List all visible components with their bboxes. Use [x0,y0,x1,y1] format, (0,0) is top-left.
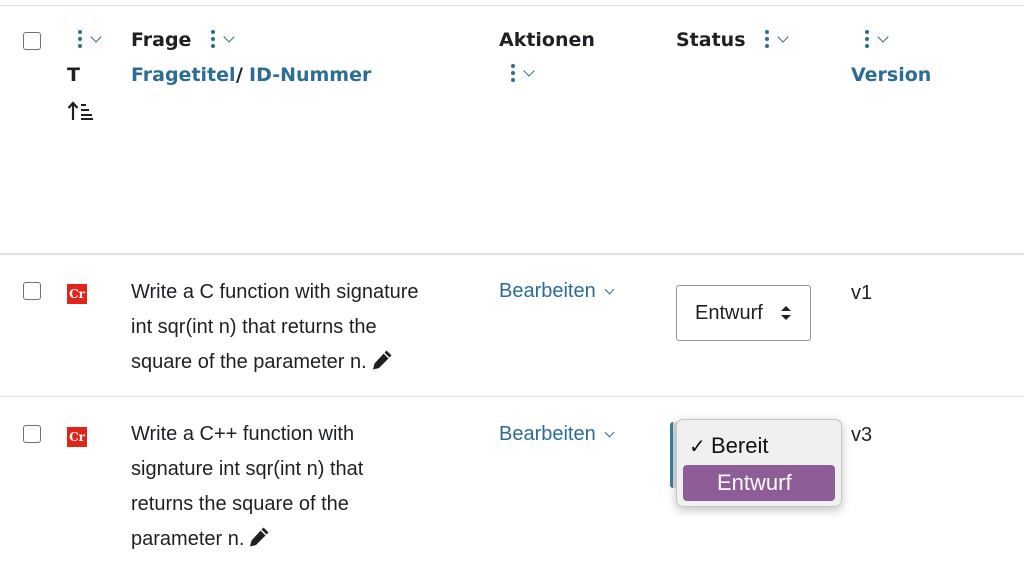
question-text-line: signature int sqr(int n) that [131,458,364,480]
edit-actions-menu[interactable]: Bearbeiten [499,280,615,303]
header-divider [0,253,1024,255]
row-checkbox[interactable] [23,282,41,300]
edit-actions-label: Bearbeiten [499,280,596,302]
kebab-menu-icon [210,30,215,48]
type-column-menu[interactable] [77,30,102,48]
question-column-menu[interactable] [210,30,235,48]
checkmark-icon: ✓ [689,435,706,458]
question-text-line: square of the parameter n. [131,351,367,373]
question-text-line: int sqr(int n) that returns the [131,316,377,338]
kebab-menu-icon [77,30,82,48]
sort-by-id-link[interactable]: ID-Nummer [249,64,371,86]
chevron-down-icon [223,30,235,43]
table-top-border [0,5,1024,6]
question-text-line: Write a C function with signature [131,281,419,303]
chevron-down-icon [604,284,615,294]
edit-actions-label: Bearbeiten [499,423,596,445]
status-select[interactable]: Entwurf [676,285,811,341]
version-column-header[interactable]: Version [851,64,931,86]
version-value: v1 [851,282,873,304]
version-value: v3 [851,424,873,446]
pencil-icon[interactable] [371,349,393,371]
actions-column-menu[interactable] [510,64,535,82]
chevron-down-icon [90,30,102,43]
select-arrows-icon [781,306,791,320]
edit-actions-menu[interactable]: Bearbeiten [499,423,615,446]
chevron-down-icon [604,427,615,437]
status-option-entwurf[interactable]: Entwurf [683,465,835,501]
kebab-menu-icon [764,30,769,48]
question-text-line: Write a C++ function with [131,423,355,445]
kebab-menu-icon [510,64,515,82]
status-option-bereit[interactable]: ✓ Bereit [683,428,835,464]
sort-separator: / [236,64,243,86]
status-dropdown-list: ✓ Bereit Entwurf [676,419,842,507]
type-column-header[interactable]: T [67,64,80,86]
status-column-menu[interactable] [764,30,789,48]
select-all-checkbox[interactable] [23,32,41,50]
question-type-icon: Cr [67,427,87,447]
chevron-down-icon [877,30,889,43]
question-text-line: returns the square of the [131,493,349,515]
question-column-header: Frage [131,29,192,51]
question-text-line: parameter n. [131,528,245,550]
question-text: Write a C function with signature int sq… [131,275,419,380]
version-column-menu[interactable] [864,30,889,48]
chevron-down-icon [523,64,535,77]
question-type-icon: Cr [67,284,87,304]
status-select-value: Entwurf [695,301,763,324]
question-text: Write a C++ function with signature int … [131,417,363,557]
row-checkbox[interactable] [23,425,41,443]
row-divider [0,396,1024,397]
pencil-icon[interactable] [248,526,270,548]
chevron-down-icon [777,30,789,43]
status-option-label: Entwurf [717,470,792,495]
actions-column-header: Aktionen [499,29,595,51]
kebab-menu-icon [864,30,869,48]
sort-ascending-icon[interactable] [67,100,95,122]
sort-by-title-link[interactable]: Fragetitel [131,64,236,86]
status-column-header: Status [676,29,746,51]
status-option-label: Bereit [711,433,769,458]
